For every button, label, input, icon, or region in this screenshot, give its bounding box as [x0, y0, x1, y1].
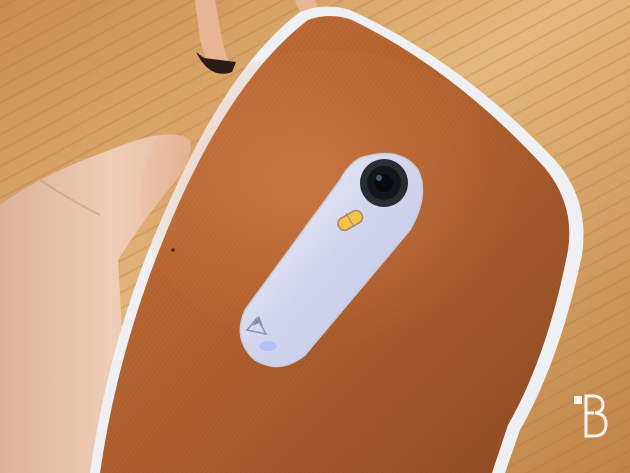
blue-reflection — [259, 341, 277, 351]
leather-spot — [171, 248, 175, 252]
lens-reflection — [376, 175, 382, 181]
phone-photo — [0, 0, 630, 473]
photo-scene — [0, 0, 630, 473]
